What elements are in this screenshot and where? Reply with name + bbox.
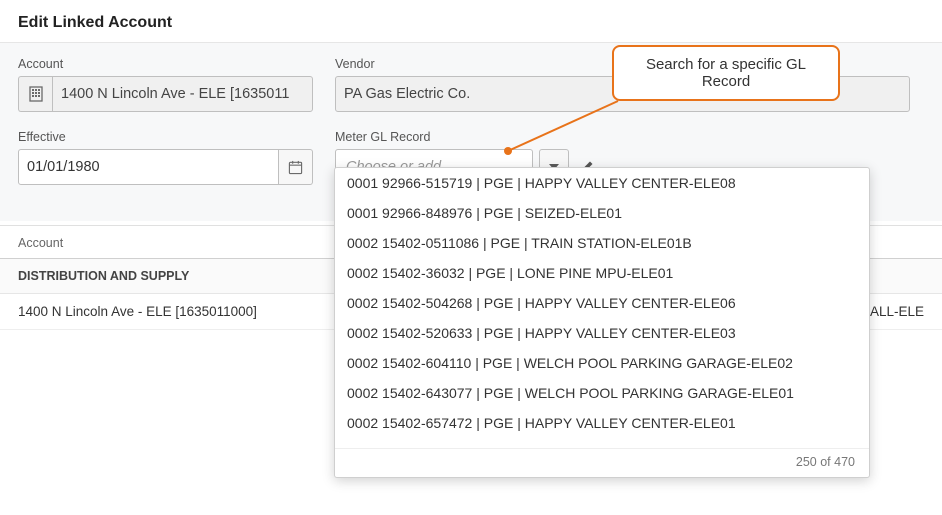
form-area: Account 1400 N Lincoln Ave - ELE [163501… [0, 42, 942, 221]
dropdown-item[interactable]: 0002 15402-604110 | PGE | WELCH POOL PAR… [335, 348, 869, 378]
building-icon [18, 76, 52, 112]
account-label: Account [18, 57, 313, 71]
dropdown-item[interactable]: 0002 15402-657472 | PGE | HAPPY VALLEY C… [335, 408, 869, 438]
effective-field: Effective 01/01/1980 [18, 130, 313, 185]
dropdown-item[interactable]: 0002 15402-520633 | PGE | HAPPY VALLEY C… [335, 318, 869, 348]
dropdown-item[interactable]: 0002 15402-904262 | PGE | MOUNT TEEN COM… [335, 438, 869, 448]
callout-tooltip: Search for a specific GL Record [612, 45, 840, 101]
account-field: Account 1400 N Lincoln Ave - ELE [163501… [18, 57, 313, 112]
dropdown-item[interactable]: 0001 92966-515719 | PGE | HAPPY VALLEY C… [335, 168, 869, 198]
dropdown-item[interactable]: 0002 15402-504268 | PGE | HAPPY VALLEY C… [335, 288, 869, 318]
meter-gl-dropdown-list[interactable]: 0001 92966-515719 | PGE | HAPPY VALLEY C… [335, 168, 869, 448]
page-title: Edit Linked Account [0, 0, 942, 42]
meter-gl-label: Meter GL Record [335, 130, 595, 144]
dropdown-item[interactable]: 0002 15402-643077 | PGE | WELCH POOL PAR… [335, 378, 869, 408]
calendar-button[interactable] [279, 149, 313, 185]
meter-gl-dropdown: 0001 92966-515719 | PGE | HAPPY VALLEY C… [334, 167, 870, 478]
dropdown-count: 250 of 470 [335, 448, 869, 477]
effective-label: Effective [18, 130, 313, 144]
dropdown-item[interactable]: 0002 15402-0511086 | PGE | TRAIN STATION… [335, 228, 869, 258]
dropdown-item[interactable]: 0001 92966-848976 | PGE | SEIZED-ELE01 [335, 198, 869, 228]
effective-input[interactable]: 01/01/1980 [18, 149, 279, 185]
account-input[interactable]: 1400 N Lincoln Ave - ELE [1635011 [52, 76, 313, 112]
table-header-account: Account [18, 236, 63, 250]
dropdown-item[interactable]: 0002 15402-36032 | PGE | LONE PINE MPU-E… [335, 258, 869, 288]
